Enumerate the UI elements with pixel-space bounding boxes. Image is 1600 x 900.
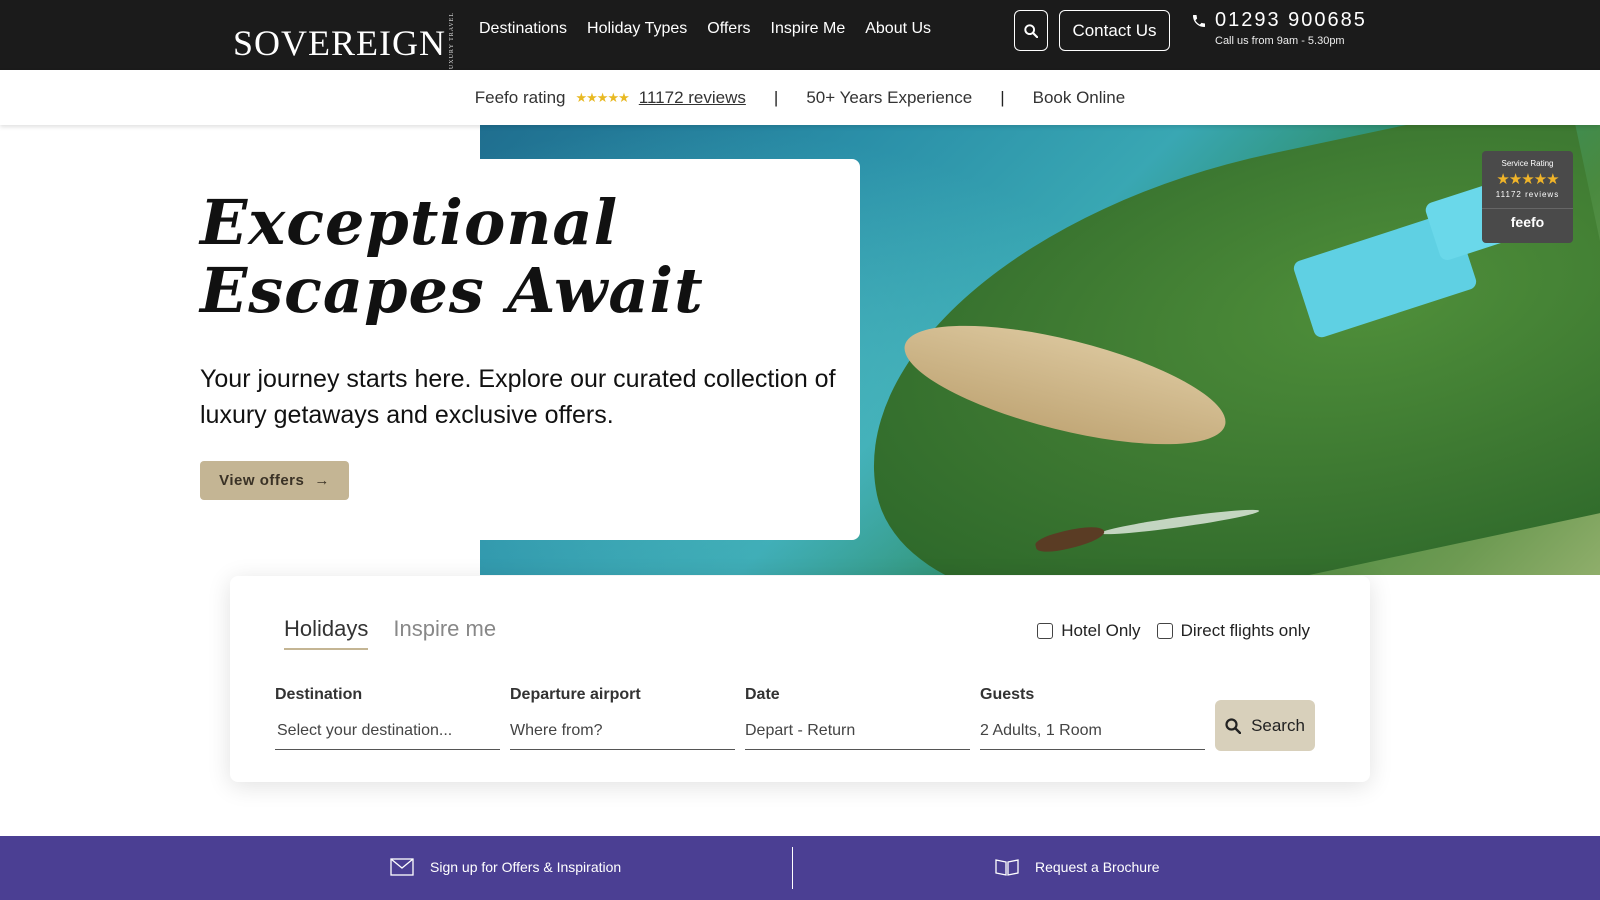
- view-offers-button[interactable]: View offers →: [200, 461, 349, 500]
- hero-card: Exceptional Escapes Await Your journey s…: [180, 159, 860, 540]
- hero-subtitle: Your journey starts here. Explore our cu…: [200, 365, 836, 429]
- signup-link[interactable]: Sign up for Offers & Inspiration: [390, 858, 621, 876]
- checkbox-icon[interactable]: [1156, 623, 1173, 639]
- brochure-link[interactable]: Request a Brochure: [995, 858, 1160, 876]
- destination-label: Destination: [275, 686, 363, 703]
- experience-text: 50+ Years Experience: [806, 87, 973, 107]
- star-rating-icon: ★★★★★: [575, 89, 630, 105]
- date-label: Date: [745, 686, 780, 703]
- search-tabs: Holidays Inspire me: [284, 616, 496, 650]
- nav-about-us[interactable]: About Us: [865, 20, 931, 38]
- brochure-label: Request a Brochure: [1035, 859, 1160, 875]
- phone-block[interactable]: 01293 900685 Call us from 9am - 5.30pm: [1191, 9, 1367, 47]
- search-submit-label: Search: [1251, 715, 1305, 735]
- logo-text: SOVEREIGN: [233, 22, 446, 63]
- search-options: Hotel Only Direct flights only: [1037, 621, 1310, 641]
- destination-field: Destination Select your destination...: [275, 686, 500, 750]
- tab-inspire-me[interactable]: Inspire me: [393, 616, 496, 650]
- bottom-cta-bar: Sign up for Offers & Inspiration Request…: [0, 836, 1600, 900]
- main-nav: Destinations Holiday Types Offers Inspir…: [479, 20, 931, 38]
- guests-input[interactable]: 2 Adults, 1 Room: [980, 714, 1205, 750]
- nav-destinations[interactable]: Destinations: [479, 20, 567, 38]
- nav-offers[interactable]: Offers: [707, 20, 750, 38]
- site-header: SOVEREIGN LUXURY TRAVEL Destinations Hol…: [0, 0, 1600, 74]
- departure-input[interactable]: Where from?: [510, 714, 735, 750]
- guests-field: Guests 2 Adults, 1 Room: [980, 686, 1205, 750]
- checkbox-icon[interactable]: [1037, 623, 1054, 639]
- departure-label: Departure airport: [510, 686, 641, 703]
- search-submit-button[interactable]: Search: [1215, 700, 1315, 751]
- feefo-logo: feefo: [1482, 208, 1573, 230]
- search-icon: [1024, 23, 1038, 38]
- separator: |: [773, 87, 779, 107]
- phone-number[interactable]: 01293 900685: [1215, 9, 1367, 32]
- feefo-badge[interactable]: Service Rating ★★★★★ 11172 reviews feefo: [1482, 151, 1573, 243]
- book-online-text: Book Online: [1032, 87, 1126, 107]
- nav-holiday-types[interactable]: Holiday Types: [587, 20, 687, 38]
- search-panel: Holidays Inspire me Hotel Only Direct fl…: [230, 576, 1370, 782]
- trust-bar: Feefo rating ★★★★★ 11172 reviews | 50+ Y…: [0, 70, 1600, 125]
- date-input[interactable]: Depart - Return: [745, 714, 970, 750]
- destination-select[interactable]: Select your destination...: [275, 714, 500, 750]
- view-offers-label: View offers: [219, 472, 305, 489]
- direct-flights-checkbox[interactable]: Direct flights only: [1156, 621, 1310, 641]
- reviews-link[interactable]: 11172 reviews: [639, 88, 746, 108]
- nav-inspire-me[interactable]: Inspire Me: [771, 20, 846, 38]
- arrow-right-icon: →: [314, 472, 330, 489]
- header-search-button[interactable]: [1014, 10, 1048, 51]
- badge-reviews: 11172 reviews: [1495, 190, 1560, 199]
- hero-title: Exceptional Escapes Await: [200, 186, 704, 327]
- feefo-label: Feefo rating: [474, 87, 566, 107]
- signup-label: Sign up for Offers & Inspiration: [430, 859, 622, 875]
- envelope-icon: [390, 858, 414, 876]
- separator: |: [1000, 87, 1005, 107]
- phone-icon: [1193, 14, 1205, 27]
- date-field: Date Depart - Return: [745, 686, 970, 750]
- badge-title: Service Rating: [1501, 159, 1554, 168]
- badge-stars-icon: ★★★★★: [1496, 171, 1559, 188]
- guests-label: Guests: [980, 686, 1035, 703]
- contact-us-button[interactable]: Contact Us: [1059, 10, 1170, 51]
- direct-flights-label: Direct flights only: [1180, 621, 1310, 640]
- logo[interactable]: SOVEREIGN LUXURY TRAVEL: [233, 12, 456, 74]
- hotel-only-label: Hotel Only: [1061, 621, 1141, 640]
- tab-holidays[interactable]: Holidays: [284, 616, 369, 650]
- feefo-rating: Feefo rating ★★★★★ 11172 reviews: [475, 88, 746, 108]
- search-icon: [1225, 717, 1242, 734]
- hotel-only-checkbox[interactable]: Hotel Only: [1037, 621, 1141, 641]
- logo-subtext: LUXURY TRAVEL: [449, 12, 455, 74]
- phone-hours: Call us from 9am - 5.30pm: [1215, 35, 1345, 47]
- divider: [792, 847, 793, 889]
- departure-field: Departure airport Where from?: [510, 686, 735, 750]
- book-open-icon: [995, 859, 1019, 876]
